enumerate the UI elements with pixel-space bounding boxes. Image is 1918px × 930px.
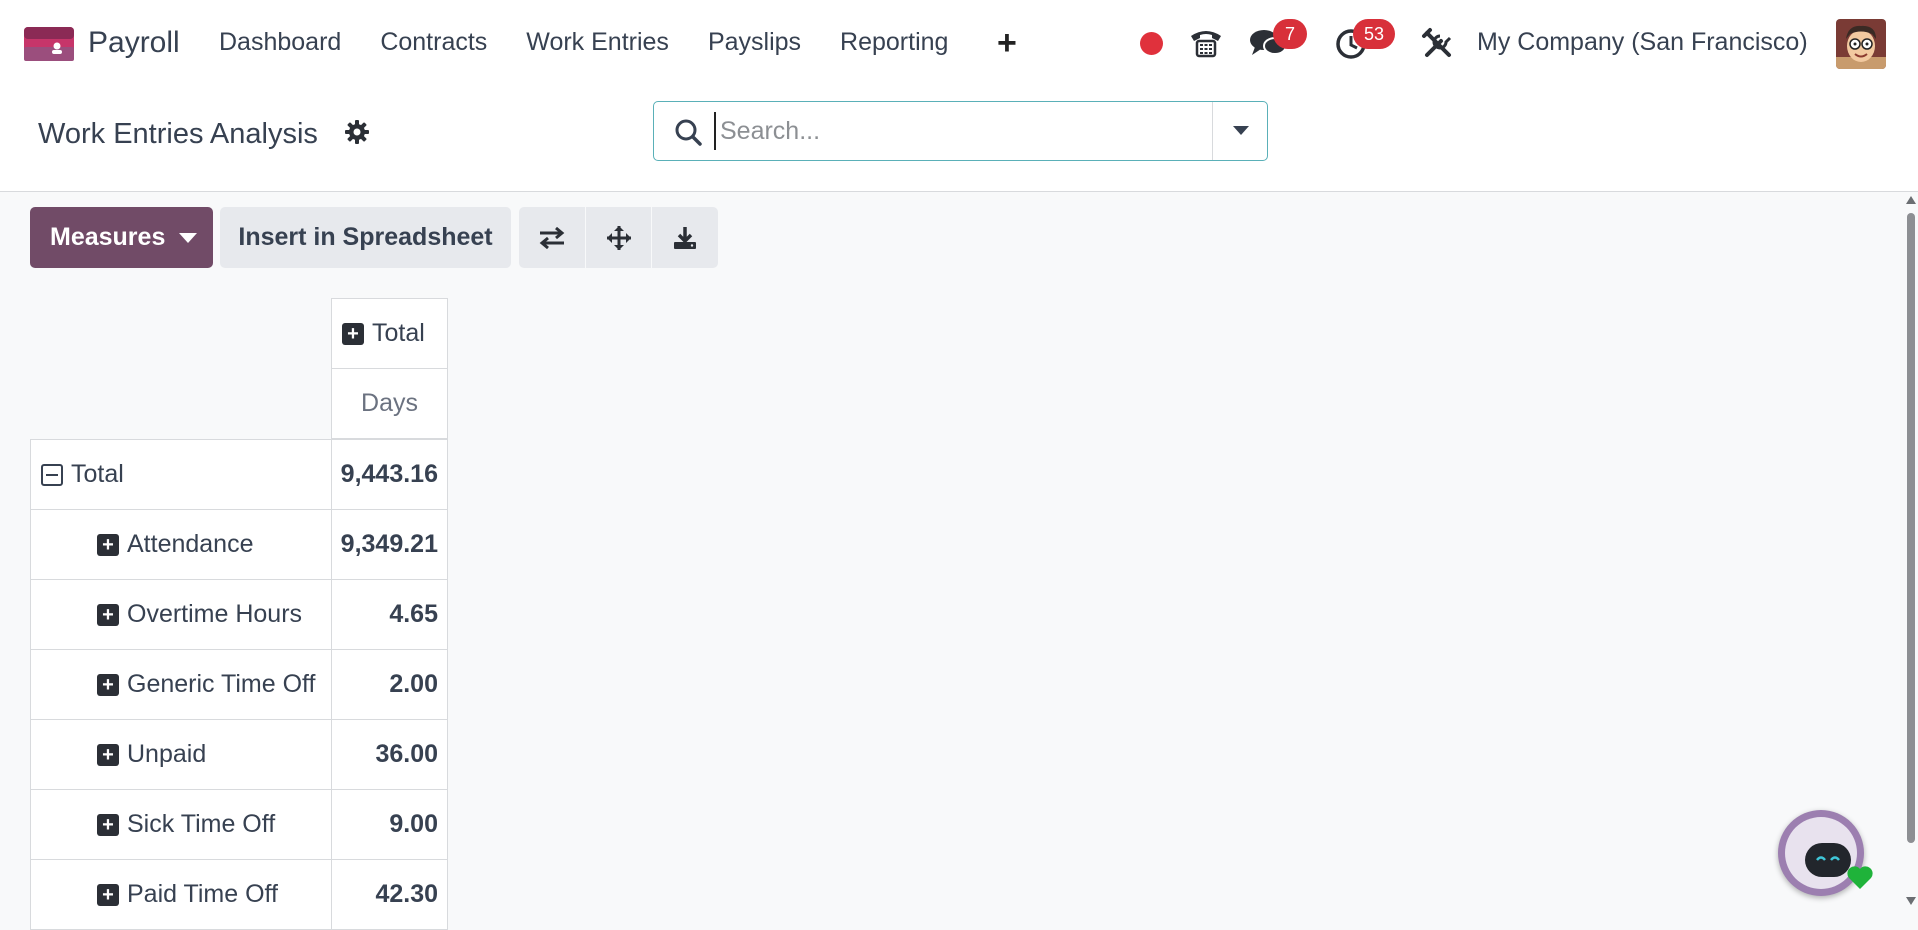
caret-down-icon (1232, 126, 1249, 135)
pivot-row-header[interactable]: + Sick Time Off (30, 789, 332, 860)
search-icon (675, 119, 702, 146)
pivot-measure-header[interactable]: Days (331, 368, 448, 439)
bot-eyes-icon (1816, 856, 1840, 861)
user-avatar[interactable] (1836, 19, 1886, 69)
search-options-toggle[interactable] (1212, 102, 1268, 160)
bot-face (1805, 843, 1851, 877)
gear-icon[interactable] (344, 119, 370, 145)
plus-box-icon: + (97, 603, 119, 626)
pivot-row-label: Attendance (127, 530, 254, 558)
download-xlsx-button[interactable] (652, 207, 718, 268)
pivot-cell-value[interactable]: 9.00 (331, 789, 448, 860)
page-title: Work Entries Analysis (38, 118, 318, 150)
measures-label: Measures (50, 223, 166, 251)
pivot-total-value[interactable]: 9,443.16 (331, 439, 448, 510)
pivot-row-label: Generic Time Off (127, 670, 316, 698)
heart-icon (1847, 866, 1873, 889)
measures-button[interactable]: Measures (30, 207, 213, 268)
app-name[interactable]: Payroll (88, 26, 180, 60)
pivot-cell-value[interactable]: 42.30 (331, 859, 448, 930)
activity-count-badge: 53 (1353, 19, 1395, 49)
tools-icon[interactable] (1421, 27, 1455, 61)
pivot-actions (519, 207, 718, 268)
scroll-up-arrow-icon[interactable] (1906, 196, 1916, 204)
menu-work-entries[interactable]: Work Entries (526, 28, 669, 57)
caret-down-icon (179, 232, 198, 243)
plus-box-icon: + (97, 533, 119, 556)
pivot-cell-value[interactable]: 2.00 (331, 649, 448, 720)
pivot-row-header-total[interactable]: Total (30, 439, 332, 510)
add-menu-plus-icon[interactable]: + (997, 24, 1017, 63)
menu-contracts[interactable]: Contracts (380, 28, 487, 57)
minus-box-icon (41, 463, 63, 486)
chat-count-badge: 7 (1273, 19, 1307, 49)
payroll-logo[interactable] (24, 27, 74, 61)
menu-reporting[interactable]: Reporting (840, 28, 948, 57)
phone-icon[interactable] (1188, 24, 1224, 60)
search-box (653, 101, 1268, 161)
control-panel: Work Entries Analysis (0, 86, 1918, 192)
recording-indicator[interactable] (1140, 32, 1163, 55)
main-menu: Dashboard Contracts Work Entries Payslip… (219, 28, 987, 57)
plus-box-icon: + (97, 813, 119, 836)
search-input[interactable] (714, 112, 1254, 150)
menu-payslips[interactable]: Payslips (708, 28, 801, 57)
pivot-row-label: Paid Time Off (127, 880, 278, 908)
pivot-cell-value[interactable]: 36.00 (331, 719, 448, 790)
expand-all-button[interactable] (586, 207, 653, 268)
pivot-row-label: Unpaid (127, 740, 207, 768)
pivot-row-label: Sick Time Off (127, 810, 276, 838)
plus-box-icon: + (97, 743, 119, 766)
top-navbar: Payroll Dashboard Contracts Work Entries… (0, 0, 1918, 86)
move-icon (606, 225, 631, 250)
swap-icon (539, 226, 565, 249)
pivot-row-header[interactable]: + Unpaid (30, 719, 332, 790)
pivot-row-header[interactable]: + Generic Time Off (30, 649, 332, 720)
pivot-row-header[interactable]: + Paid Time Off (30, 859, 332, 930)
insert-in-spreadsheet-button[interactable]: Insert in Spreadsheet (220, 207, 511, 268)
pivot-cell-value[interactable]: 4.65 (331, 579, 448, 650)
scroll-thumb[interactable] (1907, 213, 1915, 843)
pivot-column-header-total[interactable]: + Total (331, 298, 448, 369)
pivot-row-header[interactable]: + Overtime Hours (30, 579, 332, 650)
company-switcher[interactable]: My Company (San Francisco) (1477, 28, 1808, 57)
pivot-row-header[interactable]: + Attendance (30, 509, 332, 580)
plus-box-icon: + (97, 673, 119, 696)
download-icon (674, 226, 697, 249)
pivot-column-header-label: Total (372, 319, 425, 347)
scroll-down-arrow-icon[interactable] (1906, 897, 1916, 905)
flip-axis-button[interactable] (519, 207, 586, 268)
pivot-row-label: Total (71, 460, 124, 488)
plus-box-icon: + (342, 322, 364, 345)
vertical-scrollbar[interactable] (1904, 193, 1918, 910)
pivot-cell-value[interactable]: 9,349.21 (331, 509, 448, 580)
pivot-row-label: Overtime Hours (127, 600, 303, 628)
menu-dashboard[interactable]: Dashboard (219, 28, 341, 57)
plus-box-icon: + (97, 883, 119, 906)
